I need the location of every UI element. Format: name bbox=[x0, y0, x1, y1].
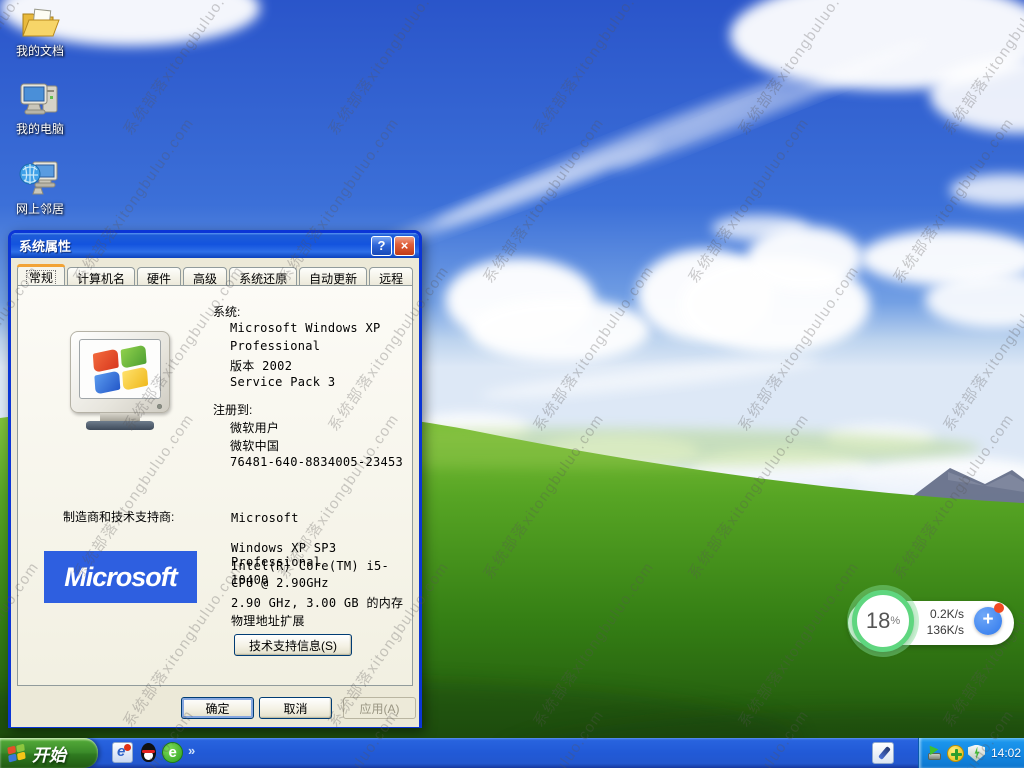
support-info-button[interactable]: 技术支持信息(S) bbox=[234, 634, 352, 656]
spec-line: 物理地址扩展 bbox=[231, 612, 305, 629]
memory-percent-ball[interactable]: 18 % bbox=[852, 590, 914, 652]
tab-computer-name[interactable]: 计算机名 bbox=[67, 267, 135, 287]
quicklaunch-green-browser-icon[interactable] bbox=[162, 742, 183, 763]
start-button-label: 开始 bbox=[32, 741, 66, 766]
spec-line: 2.90 GHz, 3.00 GB 的内存 bbox=[231, 594, 403, 611]
hardware-tray-icon[interactable] bbox=[926, 745, 943, 762]
desktop-icon-my-documents[interactable]: 我的文档 bbox=[6, 2, 74, 60]
input-method-icon[interactable] bbox=[872, 742, 894, 764]
download-speed: 136K/s bbox=[918, 623, 964, 637]
my-computer-icon bbox=[6, 80, 74, 118]
tab-hardware[interactable]: 硬件 bbox=[137, 267, 181, 287]
360-safety-tray-icon[interactable] bbox=[947, 745, 964, 762]
desktop-icon-label: 网上邻居 bbox=[16, 200, 64, 217]
quicklaunch-mail-browser-icon[interactable] bbox=[112, 742, 133, 763]
system-line: Service Pack 3 bbox=[230, 375, 335, 389]
windows-start-flag-icon bbox=[7, 744, 27, 762]
tab-remote[interactable]: 远程 bbox=[369, 267, 413, 287]
system-line: 版本 2002 bbox=[230, 357, 292, 374]
system-section-label: 系统: bbox=[213, 303, 240, 320]
registered-line: 微软用户 bbox=[230, 419, 279, 436]
cancel-button[interactable]: 取消 bbox=[259, 697, 332, 719]
upload-speed: 0.2K/s bbox=[918, 607, 964, 621]
widget-notification-dot bbox=[994, 603, 1004, 613]
registered-line: 微软中国 bbox=[230, 437, 279, 454]
registered-section-label: 注册到: bbox=[213, 401, 252, 418]
apply-button: 应用(A) bbox=[343, 697, 416, 719]
tab-advanced[interactable]: 高级 bbox=[183, 267, 227, 287]
dialog-body: 常规 计算机名 硬件 高级 系统还原 自动更新 远程 系统: bbox=[11, 258, 419, 727]
manufacturer-name: Microsoft bbox=[231, 511, 299, 525]
security-shield-tray-icon[interactable] bbox=[968, 745, 985, 762]
tab-system-restore[interactable]: 系统还原 bbox=[229, 267, 297, 287]
taskbar-clock[interactable]: 14:02 bbox=[991, 746, 1021, 760]
manufacturer-label: 制造商和技术支持商: bbox=[63, 508, 174, 525]
network-places-icon bbox=[6, 160, 74, 198]
spec-line: CPU @ 2.90GHz bbox=[231, 576, 329, 590]
tab-strip: 常规 计算机名 硬件 高级 系统还原 自动更新 远程 bbox=[17, 265, 415, 287]
system-properties-dialog: 系统属性 ? × 常规 计算机名 硬件 高级 系统还原 自动更新 远程 bbox=[8, 230, 422, 728]
tab-automatic-updates[interactable]: 自动更新 bbox=[299, 267, 367, 287]
dialog-title: 系统属性 bbox=[19, 236, 71, 255]
desktop-icon-label: 我的文档 bbox=[16, 42, 64, 59]
system-line: Professional bbox=[230, 339, 320, 353]
taskbar: 开始 » 14:02 bbox=[0, 738, 1024, 768]
ok-button[interactable]: 确定 bbox=[181, 697, 254, 719]
quicklaunch-overflow-chevron[interactable]: » bbox=[188, 743, 195, 758]
quicklaunch-qq-icon[interactable] bbox=[138, 742, 159, 763]
microsoft-logo: Microsoft bbox=[44, 551, 197, 603]
speed-float-widget: ↑ 0.2K/s ↓ 136K/s + 18 % bbox=[848, 590, 1020, 656]
windows-xp-monitor-icon bbox=[64, 331, 176, 433]
windows-flag-icon bbox=[93, 346, 152, 394]
registered-serial: 76481-640-8834005-23453 bbox=[230, 455, 403, 469]
my-documents-folder-icon bbox=[6, 2, 74, 40]
general-tab-panel: 系统: Microsoft Windows XP Professional 版本… bbox=[17, 285, 413, 686]
desktop-icon-my-computer[interactable]: 我的电脑 bbox=[6, 80, 74, 138]
system-line: Microsoft Windows XP bbox=[230, 321, 381, 335]
system-tray: 14:02 bbox=[918, 738, 1024, 768]
desktop-icon-label: 我的电脑 bbox=[16, 120, 64, 137]
help-button[interactable]: ? bbox=[371, 236, 392, 256]
dialog-titlebar[interactable]: 系统属性 ? × bbox=[11, 233, 419, 258]
close-button[interactable]: × bbox=[394, 236, 415, 256]
desktop-icon-network-places[interactable]: 网上邻居 bbox=[6, 160, 74, 218]
start-button[interactable]: 开始 bbox=[0, 738, 98, 768]
